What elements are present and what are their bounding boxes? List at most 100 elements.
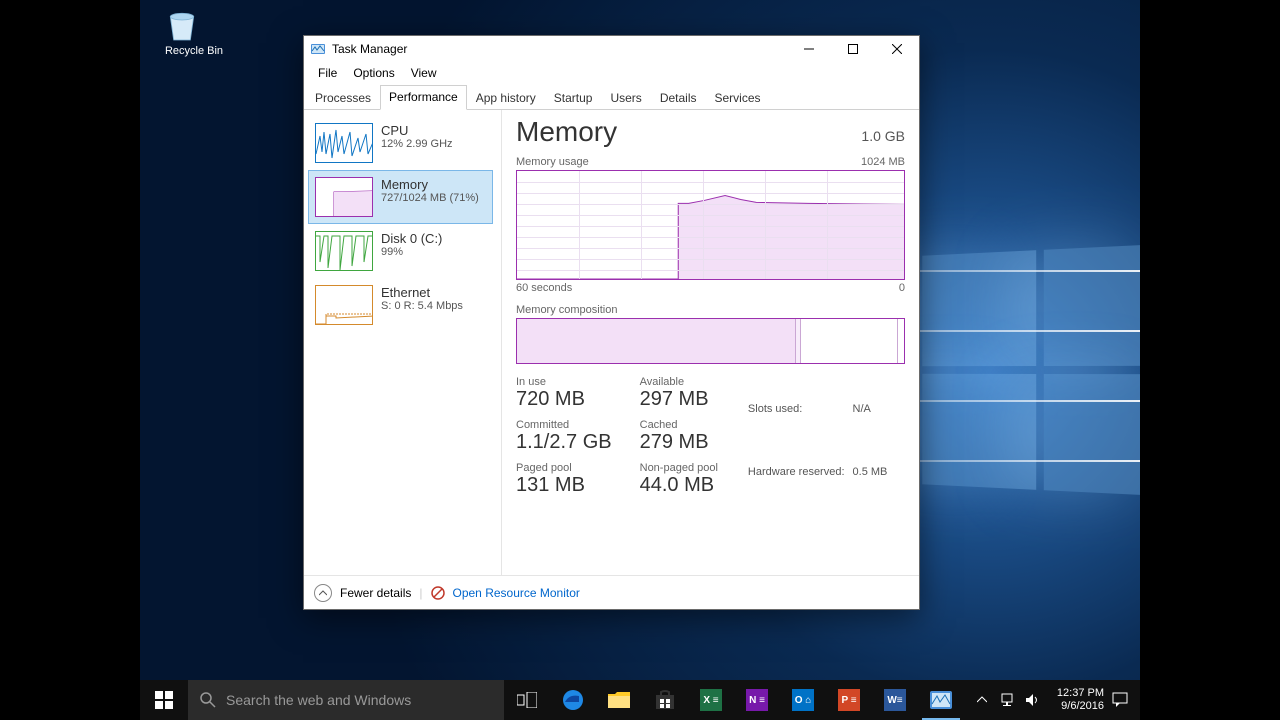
start-button[interactable]: [140, 680, 188, 720]
file-explorer-button[interactable]: [596, 680, 642, 720]
menu-view[interactable]: View: [403, 64, 445, 82]
window-title: Task Manager: [332, 42, 407, 56]
fewer-details-link[interactable]: Fewer details: [340, 586, 411, 600]
chart-x-right: 0: [899, 282, 905, 294]
clock-date: 9/6/2016: [1057, 700, 1104, 713]
sidebar-item-cpu[interactable]: CPU12% 2.99 GHz: [308, 116, 493, 170]
menu-options[interactable]: Options: [345, 64, 402, 82]
open-resource-monitor-link[interactable]: Open Resource Monitor: [453, 586, 580, 600]
maximize-button[interactable]: [831, 36, 875, 62]
tray-network-button[interactable]: [1001, 693, 1025, 707]
slots-label: Slots used:: [748, 378, 851, 440]
task-manager-taskbar-button[interactable]: [918, 680, 964, 720]
resource-monitor-icon: [431, 586, 445, 600]
paged-label: Paged pool: [516, 462, 612, 474]
task-view-icon: [517, 692, 537, 708]
in-use-label: In use: [516, 376, 612, 388]
memory-composition-chart: [516, 318, 905, 364]
committed-value: 1.1/2.7 GB: [516, 431, 612, 454]
nonpaged-value: 44.0 MB: [640, 474, 718, 497]
chart-x-left: 60 seconds: [516, 282, 572, 294]
nonpaged-label: Non-paged pool: [640, 462, 718, 474]
powerpoint-button[interactable]: P ≡: [826, 680, 872, 720]
taskbar: Search the web and Windows X ≡ N ≡ O ⌂ P…: [140, 680, 1140, 720]
notification-icon: [1112, 692, 1128, 708]
page-title: Memory: [516, 116, 617, 148]
edge-button[interactable]: [550, 680, 596, 720]
main-panel: Memory 1.0 GB Memory usage 1024 MB 60 se…: [501, 110, 919, 575]
tab-users[interactable]: Users: [601, 86, 650, 110]
action-center-button[interactable]: [1112, 692, 1136, 708]
tray-overflow-button[interactable]: [977, 695, 1001, 705]
sidebar-ethernet-value: S: 0 R: 5.4 Mbps: [381, 300, 463, 312]
sidebar-disk-value: 99%: [381, 246, 442, 258]
windows-logo-icon: [155, 691, 173, 709]
search-box[interactable]: Search the web and Windows: [188, 680, 504, 720]
task-manager-taskbar-icon: [929, 690, 953, 710]
clock-time: 12:37 PM: [1057, 687, 1104, 700]
tab-services[interactable]: Services: [706, 86, 770, 110]
word-icon: W≡: [882, 687, 908, 713]
memory-thumb-icon: [315, 177, 373, 217]
edge-icon: [561, 688, 585, 712]
sidebar-item-memory[interactable]: Memory727/1024 MB (71%): [308, 170, 493, 224]
available-value: 297 MB: [640, 388, 718, 411]
performance-sidebar: CPU12% 2.99 GHz Memory727/1024 MB (71%) …: [304, 110, 497, 575]
slots-value: N/A: [853, 378, 894, 440]
tabbar: Processes Performance App history Startu…: [304, 84, 919, 110]
tab-details[interactable]: Details: [651, 86, 706, 110]
memory-total: 1.0 GB: [861, 128, 905, 144]
outlook-button[interactable]: O ⌂: [780, 680, 826, 720]
excel-icon: X ≡: [698, 687, 724, 713]
sidebar-memory-value: 727/1024 MB (71%): [381, 192, 479, 204]
system-tray: 12:37 PM 9/6/2016: [973, 680, 1140, 720]
sidebar-cpu-label: CPU: [381, 123, 453, 138]
committed-label: Committed: [516, 419, 612, 431]
in-use-value: 720 MB: [516, 388, 612, 411]
tray-clock[interactable]: 12:37 PM 9/6/2016: [1049, 687, 1112, 713]
menu-file[interactable]: File: [310, 64, 345, 82]
chevron-up-icon[interactable]: [314, 584, 332, 602]
available-label: Available: [640, 376, 718, 388]
store-button[interactable]: [642, 680, 688, 720]
network-icon: [1001, 693, 1017, 707]
memory-usage-chart: [516, 170, 905, 280]
recycle-bin[interactable]: Recycle Bin: [162, 5, 226, 57]
tray-volume-button[interactable]: [1025, 693, 1049, 707]
onenote-icon: N ≡: [744, 687, 770, 713]
menubar: File Options View: [304, 62, 919, 84]
paged-value: 131 MB: [516, 474, 612, 497]
tab-startup[interactable]: Startup: [545, 86, 602, 110]
minimize-button[interactable]: [787, 36, 831, 62]
usage-chart-max: 1024 MB: [861, 156, 905, 168]
word-button[interactable]: W≡: [872, 680, 918, 720]
disk-thumb-icon: [315, 231, 373, 271]
task-manager-window: Task Manager File Options View Processes…: [303, 35, 920, 610]
onenote-button[interactable]: N ≡: [734, 680, 780, 720]
volume-icon: [1025, 693, 1041, 707]
tab-app-history[interactable]: App history: [467, 86, 545, 110]
titlebar[interactable]: Task Manager: [304, 36, 919, 62]
task-manager-icon: [310, 41, 326, 57]
sidebar-memory-label: Memory: [381, 177, 479, 192]
folder-icon: [607, 690, 631, 710]
cpu-thumb-icon: [315, 123, 373, 163]
powerpoint-icon: P ≡: [836, 687, 862, 713]
excel-button[interactable]: X ≡: [688, 680, 734, 720]
usage-chart-label: Memory usage: [516, 156, 589, 168]
sidebar-cpu-value: 12% 2.99 GHz: [381, 138, 453, 150]
cached-value: 279 MB: [640, 431, 718, 454]
sidebar-item-ethernet[interactable]: EthernetS: 0 R: 5.4 Mbps: [308, 278, 493, 332]
close-button[interactable]: [875, 36, 919, 62]
ethernet-thumb-icon: [315, 285, 373, 325]
tab-performance[interactable]: Performance: [380, 85, 467, 110]
sidebar-item-disk[interactable]: Disk 0 (C:)99%: [308, 224, 493, 278]
store-icon: [654, 689, 676, 711]
search-placeholder: Search the web and Windows: [226, 692, 411, 708]
tab-processes[interactable]: Processes: [306, 86, 380, 110]
task-view-button[interactable]: [504, 680, 550, 720]
composition-label: Memory composition: [516, 304, 617, 316]
hw-reserved-label: Hardware reserved:: [748, 442, 851, 504]
memory-meta-table: Slots used:N/A Hardware reserved:0.5 MB: [746, 376, 895, 505]
cached-label: Cached: [640, 419, 718, 431]
